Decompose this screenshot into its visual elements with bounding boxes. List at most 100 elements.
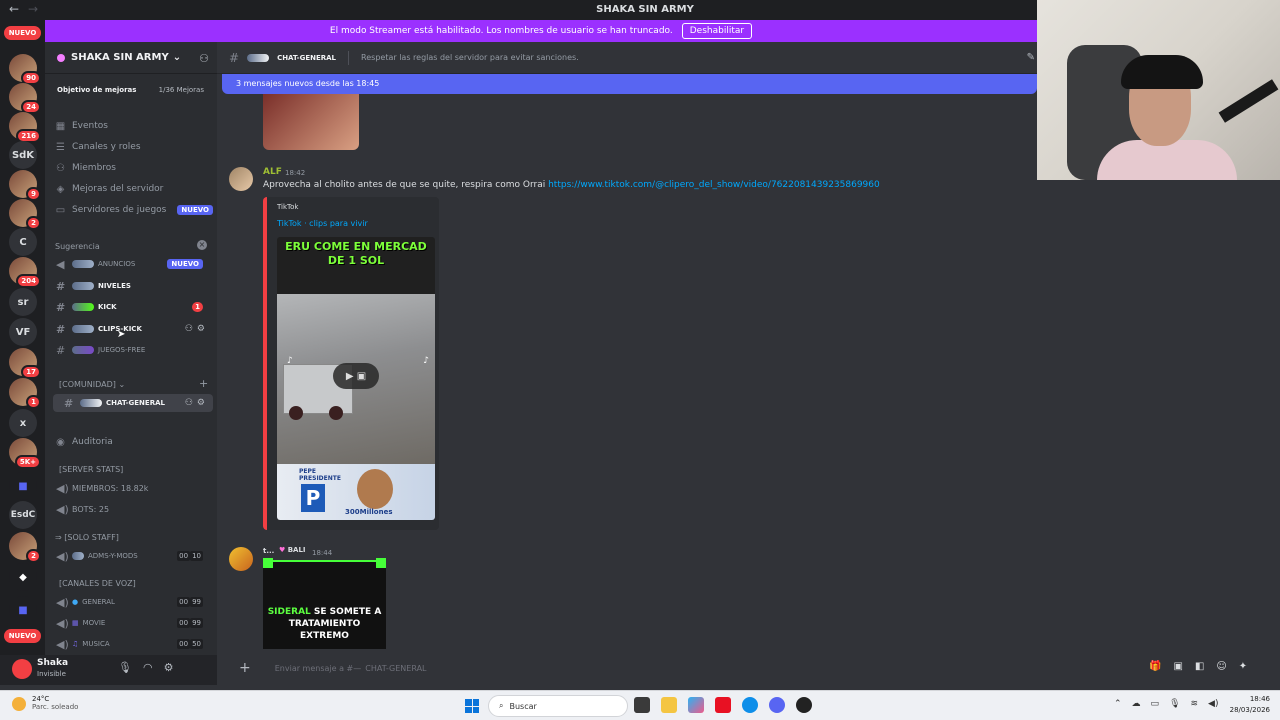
nav-members[interactable]: ⚇ Miembros [55,159,116,177]
disable-streamer-button[interactable]: Deshabilitar [681,23,753,39]
nav-events[interactable]: ▦ Eventos [55,117,108,135]
voice-adms-y-mods[interactable]: ◀) ADMS-Y-MODS 00 10 [45,547,213,565]
server-label: sr [17,296,29,308]
embed-title[interactable]: TikTok · clips para vivir [277,219,368,228]
server-icon[interactable]: x [9,409,37,437]
server-icon[interactable]: SdK [9,141,37,169]
gear-icon[interactable]: ⚙ [164,661,174,674]
server-icon[interactable]: sr [9,288,37,316]
server-icon[interactable]: 9 [9,170,41,201]
gif-icon[interactable]: ▣ [1173,661,1182,672]
avatar[interactable] [229,167,253,191]
new-messages-bar[interactable]: 3 mensajes nuevos desde las 18:45 [222,74,1037,94]
cloud-icon[interactable]: ☁ [1132,699,1141,709]
server-label: C [19,236,27,248]
message-author[interactable]: ALF [263,167,282,177]
close-icon[interactable]: × [197,240,207,250]
category-solo-staff[interactable]: ⇒ [SOLO STAFF] [55,533,119,542]
voice-general[interactable]: ◀) ● GENERAL 00 99 [45,593,213,611]
gift-icon[interactable]: 🎁 [1149,661,1161,672]
server-icon[interactable]: C [9,228,37,256]
gear-icon[interactable]: ⚙ [197,398,205,408]
channel-kick[interactable]: # KICK 1 [45,298,213,316]
gear-icon[interactable]: ⚙ [197,324,205,334]
taskbar: 24°C Parc. soleado ⌕ Buscar ⌃ ☁ ▭ 🎙 ≋ ◀)… [0,690,1280,720]
server-icon[interactable]: 2 [9,199,41,230]
server-icon[interactable]: 1 [9,378,41,409]
taskbar-search[interactable]: ⌕ Buscar [488,695,628,717]
office-icon[interactable] [715,697,731,713]
new-badge: NUEVO [177,205,213,215]
server-icon[interactable]: 216 [9,112,41,143]
server-icon[interactable]: 90 [9,54,41,85]
server-header[interactable]: SHAKA SIN ARMY ⌄ ⚇ [45,42,217,74]
channel-chat-general[interactable]: # CHAT-GENERAL ⚇ ⚙ [53,394,213,412]
message-author[interactable]: t... [263,547,274,555]
microphone-icon[interactable]: 🎙 [1169,699,1180,709]
right-area: 🎁 ▣ ◧ ☺ ✦ [1037,180,1280,685]
channel-topic[interactable]: Respetar las reglas del servidor para ev… [361,53,579,62]
nav-channels-roles[interactable]: ☰ Canales y roles [55,138,141,156]
system-tray: ⌃ ☁ ▭ 🎙 ≋ ◀) [1114,699,1218,709]
nav-label: Canales y roles [72,142,141,152]
voice-musica[interactable]: ◀) ♫ MUSICA 00 50 [45,635,213,653]
nav-server-boost[interactable]: ◈ Mejoras del servidor [55,180,164,198]
channel-anuncios[interactable]: ◀ ANUNCIOS NUEVO [45,255,213,273]
weather-widget[interactable]: 24°C Parc. soleado [32,695,78,711]
obs-icon[interactable] [796,697,812,713]
boost-goal[interactable]: Objetivo de mejoras 1/36 Mejoras [45,82,210,98]
channel-juegos-free[interactable]: # JUEGOS-FREE [45,341,213,359]
server-icon[interactable]: 2 [9,532,41,563]
avatar[interactable] [12,659,32,679]
mention-count: 17 [21,365,41,379]
nav-game-servers[interactable]: ▭ Servidores de juegos NUEVO [55,201,213,219]
invite-icon[interactable]: ⚇ [185,324,193,334]
add-attachment-icon[interactable]: + [239,660,251,676]
arrow-icon: ⇒ [55,533,62,542]
server-icon[interactable]: VF [9,318,37,346]
windows-start-icon[interactable] [465,699,479,713]
server-icon[interactable]: 24 [9,83,41,114]
sticker-icon[interactable]: ◧ [1195,661,1204,672]
avatar[interactable] [229,547,253,571]
server-icon[interactable]: 5K+ [9,438,41,469]
edge-icon[interactable] [742,697,758,713]
copilot-icon[interactable] [688,697,704,713]
play-button-icon[interactable]: ▶ ▣ [333,363,379,389]
category-comunidad[interactable]: [COMUNIDAD] ⌄ [59,380,125,389]
folder-icon[interactable]: ■ [9,596,37,624]
server-icon[interactable]: EsdC [9,501,37,529]
task-view-icon[interactable] [634,697,650,713]
wheel-shape [289,406,303,420]
invite-people-icon[interactable]: ⚇ [199,52,209,65]
volume-icon[interactable]: ◀) [1208,699,1218,709]
clock[interactable]: 18:46 28/03/2026 [1230,694,1270,716]
category-server-stats[interactable]: [SERVER STATS] [59,465,123,474]
discord-icon[interactable] [769,697,785,713]
network-icon[interactable]: ▭ [1151,699,1160,709]
message-composer[interactable]: + Enviar mensaje a #— CHAT-GENERAL [225,655,1037,681]
microphone-icon[interactable]: 🎙 [118,661,132,674]
attached-image[interactable] [263,94,359,150]
attached-video[interactable]: SIDERAL SE SOMETE A TRATAMIENTO EXTREMO [263,558,386,649]
folder-icon[interactable]: ■ [9,472,37,500]
server-icon[interactable]: 17 [9,348,41,379]
channel-clips-kick[interactable]: # CLIPS-KICK ⚇ ⚙ [45,320,213,338]
invite-icon[interactable]: ⚇ [185,398,193,408]
channel-auditoria[interactable]: ◉ Auditoria [55,433,113,451]
headphones-icon[interactable]: ◠ [143,661,153,674]
apps-icon[interactable]: ✦ [1239,661,1247,672]
category-canales-voz[interactable]: [CANALES DE VOZ] [59,579,136,588]
emoji-icon[interactable]: ☺ [1216,661,1226,672]
threads-icon[interactable]: ✎ [1027,52,1035,63]
server-icon[interactable]: 204 [9,257,41,288]
wifi-icon[interactable]: ≋ [1191,699,1199,709]
diamond-icon[interactable]: ◆ [9,563,37,591]
message-link[interactable]: https://www.tiktok.com/@clipero_del_show… [548,180,880,190]
add-channel-icon[interactable]: + [199,377,208,390]
channel-niveles[interactable]: # NIVELES [45,277,213,295]
embed-video[interactable]: ERU COME EN MERCAD DE 1 SOL ♪ ♪ ▶ ▣ PEPE… [277,237,435,520]
chevron-up-icon[interactable]: ⌃ [1114,699,1122,709]
voice-movie[interactable]: ◀) ▦ MOVIE 00 99 [45,614,213,632]
file-explorer-icon[interactable] [661,697,677,713]
